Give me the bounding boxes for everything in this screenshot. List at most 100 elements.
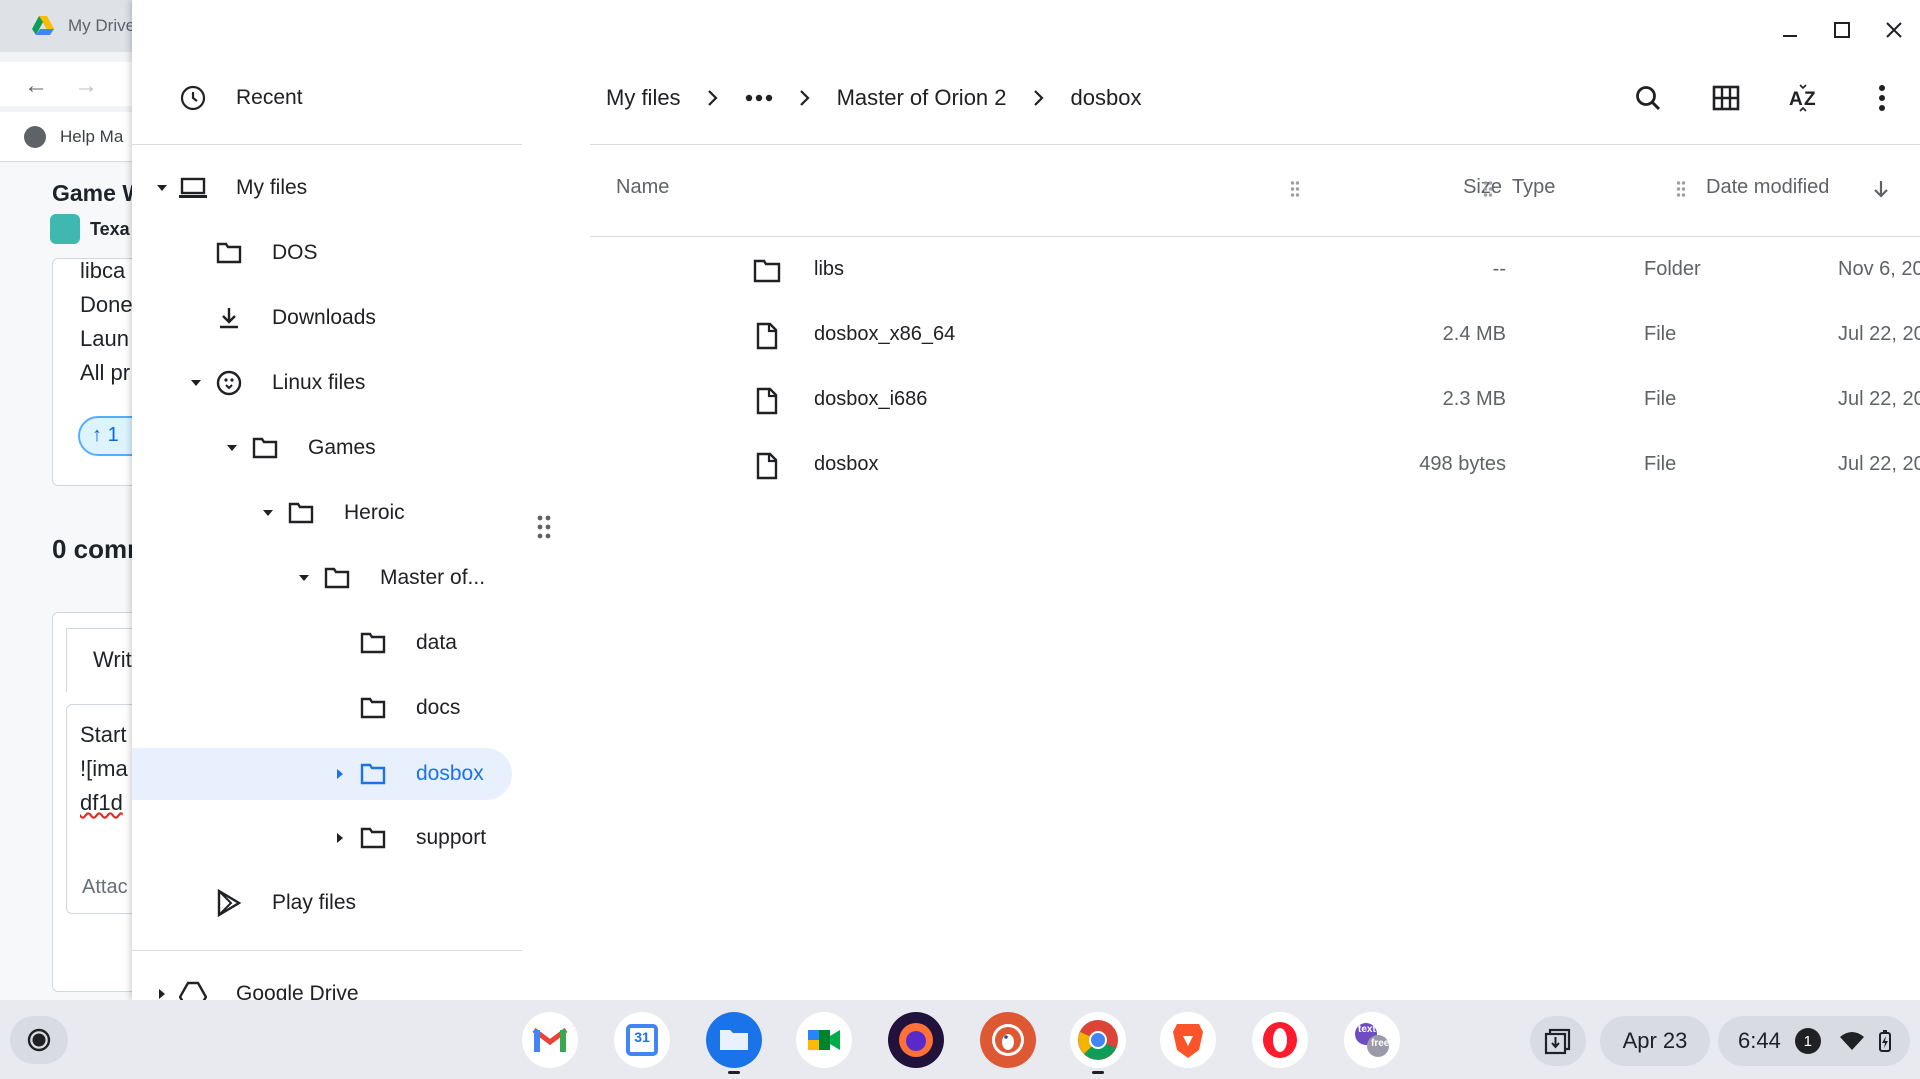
textfree-label-bottom: free (1371, 1038, 1390, 1049)
grid-view-icon[interactable] (1704, 76, 1748, 120)
nav-label: docs (416, 696, 461, 719)
bookmark-bar: Help Ma (0, 112, 140, 162)
editor-line: df1d (80, 790, 123, 815)
chevron-down-icon[interactable] (294, 568, 314, 588)
column-header-name[interactable]: Name (616, 176, 669, 199)
editor-line: ![ima (80, 756, 128, 781)
search-icon[interactable] (1626, 76, 1670, 120)
textfree-label-top: text (1358, 1024, 1376, 1035)
chrome-app-icon[interactable] (1070, 1012, 1126, 1074)
table-row[interactable]: libs -- Folder Nov 6, 2014, 10:54 AM (590, 238, 1920, 303)
gmail-app-icon[interactable] (522, 1012, 578, 1068)
org-avatar (50, 214, 80, 244)
nav-master-of-orion[interactable]: Master of... (132, 552, 522, 604)
file-size: 2.3 MB (1442, 388, 1506, 410)
nav-play-files[interactable]: Play files (132, 877, 522, 929)
file-size: -- (1492, 258, 1506, 280)
chevron-right-icon[interactable] (330, 828, 350, 848)
nav-label: Recent (236, 86, 303, 109)
log-line: Done (80, 292, 133, 317)
nav-games[interactable]: Games (132, 422, 522, 474)
log-line: All pr (80, 360, 131, 385)
nav-google-drive[interactable]: Google Drive (132, 968, 522, 1000)
calendar-app-icon[interactable]: 31 (614, 1012, 670, 1068)
minimize-icon[interactable] (1770, 10, 1810, 50)
globe-icon (24, 125, 46, 148)
google-meet-app-icon[interactable] (796, 1012, 852, 1068)
write-tab[interactable]: Writ (66, 628, 140, 692)
nav-heroic[interactable]: Heroic (132, 487, 522, 539)
breadcrumb-current[interactable]: dosbox (1071, 85, 1142, 111)
maximize-icon[interactable] (1822, 10, 1862, 50)
file-size: 498 bytes (1419, 453, 1506, 475)
column-resize-icon[interactable] (1676, 180, 1686, 198)
nav-dosbox[interactable]: dosbox (132, 748, 512, 800)
breadcrumb-master-of-orion[interactable]: Master of Orion 2 (837, 85, 1007, 111)
forward-arrow-icon[interactable]: → (74, 72, 98, 100)
org-link[interactable]: Texa (50, 214, 130, 244)
opera-app-icon[interactable] (1252, 1012, 1308, 1068)
file-date: Nov 6, 2014, 10:54 AM (1838, 258, 1920, 280)
date-tray[interactable]: Apr 23 (1600, 1016, 1710, 1066)
chevron-right-icon[interactable] (330, 764, 350, 784)
browser-tab[interactable]: My Drive (0, 0, 140, 52)
chevron-right-icon[interactable] (152, 984, 172, 1000)
file-icon (752, 386, 782, 416)
nav-downloads[interactable]: Downloads (132, 292, 522, 344)
column-resize-icon[interactable] (1483, 180, 1493, 198)
files-app-icon[interactable] (706, 1012, 762, 1074)
editor-line: Start (80, 722, 127, 747)
status-tray[interactable]: 6:44 1 (1718, 1016, 1910, 1066)
bookmark-label[interactable]: Help Ma (60, 127, 123, 147)
textfree-app-icon[interactable]: text free (1344, 1012, 1400, 1068)
chevron-down-icon[interactable] (258, 503, 278, 523)
chevron-down-icon[interactable] (186, 373, 206, 393)
nav-dos[interactable]: DOS (132, 227, 522, 279)
launcher-button[interactable] (10, 1016, 68, 1064)
column-header-date[interactable]: Date modified (1706, 176, 1829, 199)
column-resize-icon[interactable] (1290, 180, 1300, 198)
log-line: Laun (80, 326, 129, 351)
firefox-app-icon[interactable] (888, 1012, 944, 1068)
back-arrow-icon[interactable]: ← (24, 72, 48, 100)
nav-data[interactable]: data (132, 617, 522, 669)
battery-icon (1878, 1030, 1891, 1052)
reaction-chip[interactable]: ↑ 1 (78, 416, 140, 456)
table-row[interactable]: dosbox_i686 2.3 MB File Jul 22, 2014, 9:… (590, 368, 1920, 433)
holding-space-button[interactable] (1530, 1016, 1586, 1066)
more-vert-icon[interactable] (1860, 76, 1904, 120)
chevron-right-icon (799, 89, 811, 107)
nav-label: Games (308, 436, 376, 459)
sidebar-divider (132, 950, 522, 951)
brave-app-icon[interactable] (1160, 1012, 1216, 1068)
nav-label: Downloads (272, 306, 376, 329)
nav-linux-files[interactable]: Linux files (132, 357, 522, 409)
breadcrumb-more-icon[interactable] (745, 94, 773, 102)
duckduckgo-app-icon[interactable] (980, 1012, 1036, 1068)
table-row[interactable]: dosbox 498 bytes File Jul 22, 2014, 9:14… (590, 433, 1920, 498)
nav-my-files[interactable]: My files (132, 162, 522, 214)
google-drive-icon (32, 16, 54, 35)
nav-support[interactable]: support (132, 812, 522, 864)
chevron-down-icon[interactable] (222, 438, 242, 458)
file-icon (752, 451, 782, 481)
nav-recent[interactable]: Recent (132, 72, 522, 124)
sort-az-icon[interactable]: A Z (1782, 76, 1826, 120)
nav-label: Master of... (380, 566, 486, 589)
time-label: 6:44 (1738, 1028, 1781, 1053)
sort-descending-icon[interactable] (1872, 179, 1890, 199)
sidebar-resize-handle[interactable] (536, 514, 552, 540)
breadcrumb-my-files[interactable]: My files (606, 85, 681, 111)
column-header-type[interactable]: Type (1512, 176, 1555, 199)
nav-label: support (416, 826, 487, 849)
file-icon (752, 321, 782, 351)
chevron-down-icon[interactable] (152, 178, 172, 198)
file-date: Jul 22, 2014, 9:14 AM (1838, 388, 1920, 410)
folder-icon (250, 433, 280, 463)
close-icon[interactable] (1874, 10, 1914, 50)
table-row[interactable]: dosbox_x86_64 2.4 MB File Jul 22, 2014, … (590, 303, 1920, 368)
nav-label: DOS (272, 241, 318, 264)
nav-docs[interactable]: docs (132, 682, 522, 734)
attach-files-hint[interactable]: Attac (82, 876, 128, 899)
reaction-count: 1 (107, 424, 119, 446)
